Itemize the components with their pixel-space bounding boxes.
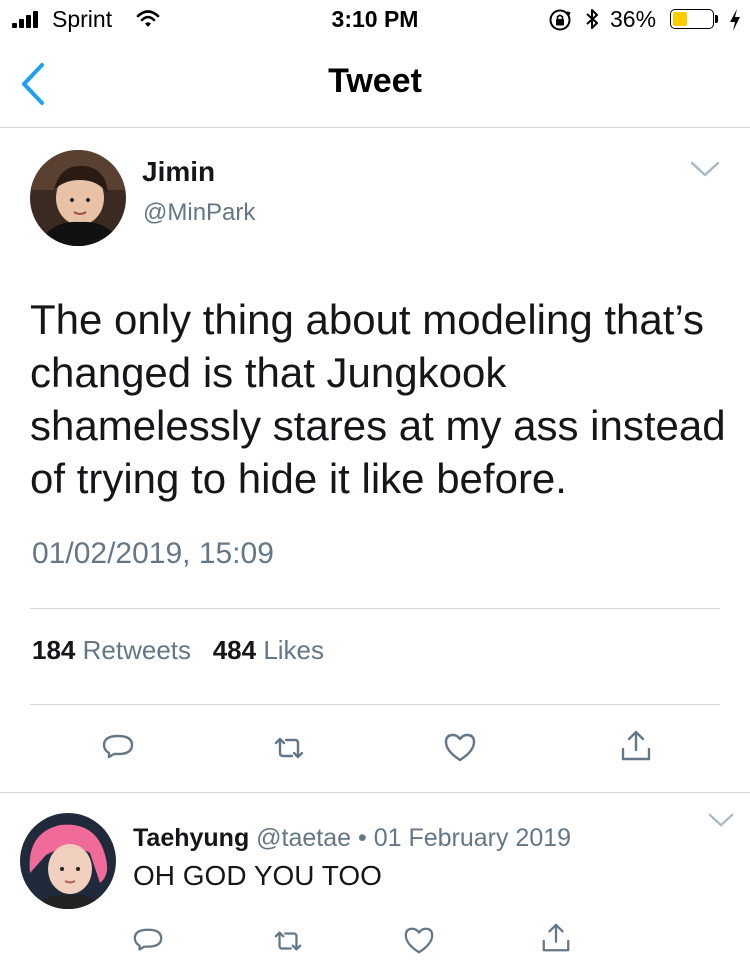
reply-icon[interactable] [101, 731, 135, 765]
reply-like-icon[interactable] [403, 925, 435, 957]
page-title: Tweet [328, 62, 422, 100]
like-icon[interactable] [443, 731, 477, 765]
reply-header: Taehyung @taetae • 01 February 2019 [133, 824, 571, 853]
tweet-timestamp: 01/02/2019, 15:09 [32, 537, 274, 570]
orientation-lock-icon [549, 9, 571, 31]
battery-icon [670, 9, 720, 31]
stats-divider-bottom [30, 704, 720, 705]
like-count[interactable]: 484 [213, 635, 256, 665]
stats-divider-top [30, 608, 720, 609]
retweet-count[interactable]: 184 [32, 635, 75, 665]
chevron-down-icon[interactable] [690, 160, 720, 178]
tweet-text: The only thing about modeling that’s cha… [30, 296, 726, 502]
reply-share-icon[interactable] [540, 922, 572, 954]
charging-icon [730, 9, 740, 31]
nav-divider [0, 127, 750, 128]
reply-avatar[interactable] [20, 813, 116, 909]
reply-meta: @taetae • 01 February 2019 [256, 824, 572, 852]
retweet-label[interactable]: Retweets [83, 635, 191, 665]
reply-chevron-down-icon[interactable] [708, 812, 734, 828]
reply-text: OH GOD YOU TOO [133, 860, 382, 891]
author-name[interactable]: Jimin [142, 156, 215, 188]
retweet-icon[interactable] [272, 731, 306, 765]
status-bar: Sprint 3:10 PM 36% [0, 0, 750, 40]
battery-percent: 36% [610, 6, 657, 32]
bluetooth-icon [586, 9, 598, 29]
reply-retweet-icon[interactable] [272, 925, 304, 957]
tweet-stats: 184 Retweets 484 Likes [32, 635, 324, 666]
reply-author-name[interactable]: Taehyung [133, 824, 249, 852]
reply-reply-icon[interactable] [132, 925, 164, 957]
share-icon[interactable] [619, 729, 653, 763]
author-handle[interactable]: @MinPark [143, 199, 255, 227]
like-label[interactable]: Likes [263, 635, 324, 665]
reply-divider [0, 792, 750, 793]
avatar[interactable] [30, 150, 126, 246]
